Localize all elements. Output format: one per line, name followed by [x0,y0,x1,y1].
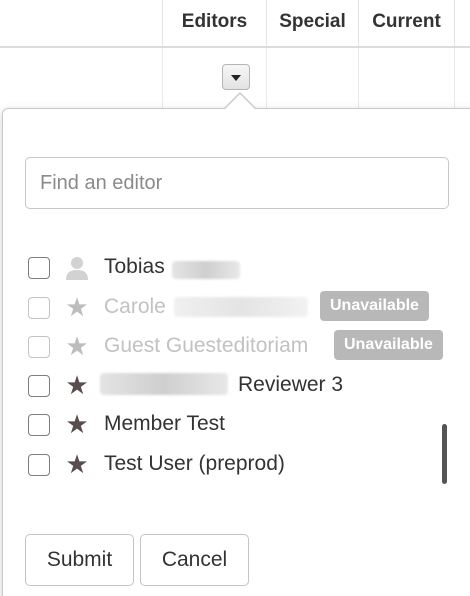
editor-item-guest-guesteditoriam: ★ Guest Guesteditoriam Unavailable [0,328,470,362]
editor-checkbox[interactable] [28,414,50,436]
editor-item-carole: ★ Carole Unavailable [0,289,470,323]
submit-button[interactable]: Submit [25,534,134,586]
editor-name: Carole [104,295,166,318]
star-icon: ★ [65,370,89,400]
popover-arrow-fill [225,94,255,109]
editor-checkbox [28,336,50,358]
editor-list: Tobias ★ Carole Unavailable ★ Guest Gues… [0,245,470,490]
column-header-special[interactable]: Special [266,0,358,46]
editor-item-test-user-preprod[interactable]: ★ Test User (preprod) [0,446,470,480]
editor-search-input[interactable] [25,157,449,209]
star-icon: ★ [65,292,89,322]
editor-checkbox[interactable] [28,454,50,476]
person-icon [64,253,90,281]
redacted-text [172,261,240,279]
editor-checkbox[interactable] [28,375,50,397]
editor-item-tobias[interactable]: Tobias [0,249,470,283]
column-header-editors[interactable]: Editors [162,0,266,46]
table-header: Editors Special Current [0,0,470,48]
cancel-button[interactable]: Cancel [140,534,249,586]
table-cell-extra [454,48,470,108]
caret-down-icon [231,75,241,81]
editor-name: Tobias [104,255,165,278]
page: Editors Special Current Tobias [0,0,470,596]
star-icon: ★ [65,409,89,439]
column-header-extra [454,0,470,46]
redacted-text [174,297,308,317]
table-cell-special [266,48,358,108]
editor-item-member-test[interactable]: ★ Member Test [0,406,470,440]
editor-name: Reviewer 3 [238,373,344,396]
editor-name: Guest Guesteditoriam [104,334,309,357]
star-icon: ★ [65,331,89,361]
column-header-current[interactable]: Current [358,0,454,46]
editor-item-reviewer-3[interactable]: ★ Reviewer 3 [0,367,470,401]
editor-checkbox[interactable] [28,257,50,279]
star-icon: ★ [65,449,89,479]
editor-name: Member Test [104,412,225,435]
editor-list-scrollbar[interactable] [442,424,447,484]
unavailable-badge: Unavailable [334,330,443,360]
editor-checkbox [28,297,50,319]
unavailable-badge: Unavailable [320,291,429,321]
editors-dropdown-toggle[interactable] [222,64,250,90]
table-cell-current [358,48,454,108]
redacted-text [100,373,228,395]
editor-name: Test User (preprod) [104,452,285,475]
